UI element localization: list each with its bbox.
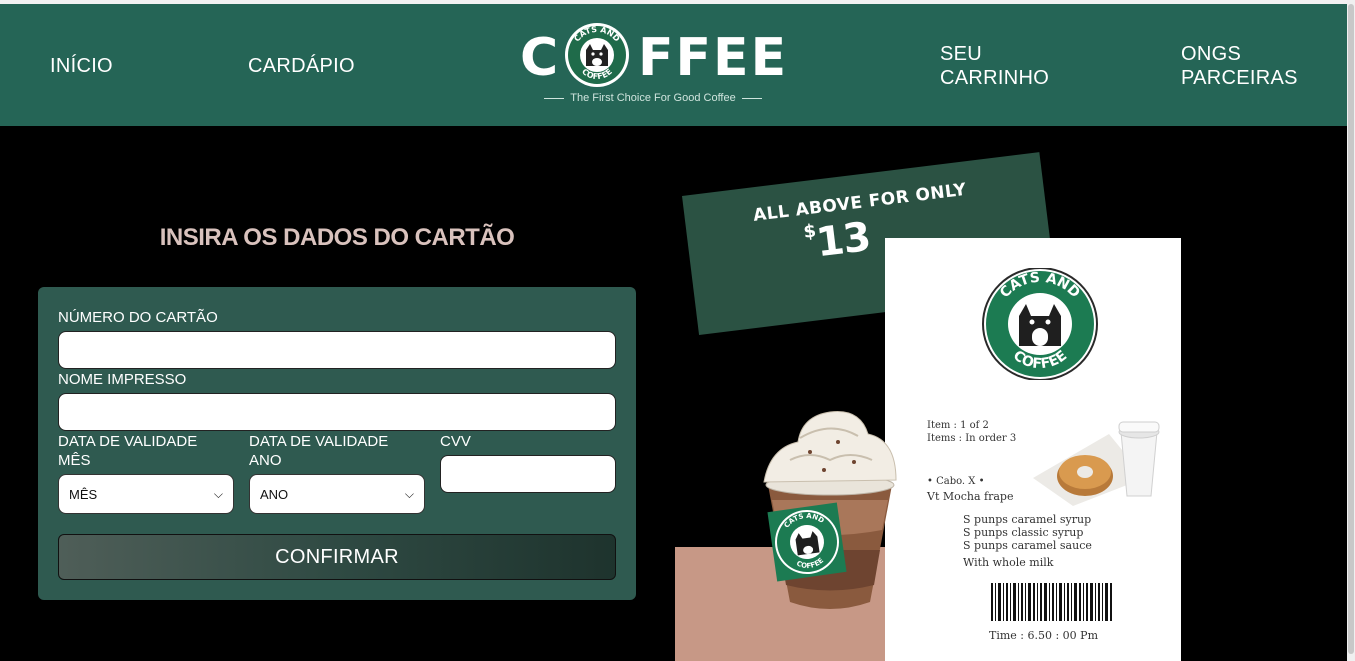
scrollbar[interactable]: [1347, 0, 1355, 661]
cvv-label: CVV: [440, 433, 471, 450]
month-select-value: MÊS: [69, 486, 98, 502]
year-label: DATA DE VALIDADE ANO: [249, 433, 389, 469]
nav-inicio[interactable]: INÍCIO: [50, 54, 113, 78]
logo-word-right: FFEE: [638, 28, 789, 88]
card-form: NÚMERO DO CARTÃO NOME IMPRESSO DATA DE V…: [38, 287, 636, 600]
month-select[interactable]: MÊS ⌵: [58, 474, 234, 514]
confirm-button[interactable]: CONFIRMAR: [58, 534, 616, 580]
site-header: INÍCIO CARDÁPIO C CATS AND COFFEE FFEE T…: [0, 4, 1347, 126]
nav-ongs[interactable]: ONGS PARCEIRAS: [1181, 42, 1321, 90]
cvv-input[interactable]: [440, 455, 616, 493]
promo-price-value: 13: [813, 214, 873, 267]
name-label: NOME IMPRESSO: [58, 371, 187, 388]
receipt-line-4: With whole milk: [963, 556, 1054, 569]
receipt-line-2: S punps classic syrup: [963, 526, 1084, 539]
receipt-item: Item : 1 of 2: [927, 420, 989, 431]
logo-tagline: The First Choice For Good Coffee: [518, 92, 788, 104]
nav-carrinho[interactable]: SEU CARRINHO: [940, 42, 1080, 90]
chevron-down-icon: ⌵: [213, 486, 223, 501]
site-logo[interactable]: C CATS AND COFFEE FFEE The First Choice …: [518, 20, 788, 110]
frappe-cup-icon: CATS AND COFFEE: [763, 410, 897, 609]
receipt-items: Items : In order 3: [927, 433, 1017, 444]
year-select-value: ANO: [260, 486, 289, 502]
card-number-label: NÚMERO DO CARTÃO: [58, 309, 218, 326]
page: INÍCIO CARDÁPIO C CATS AND COFFEE FFEE T…: [0, 0, 1355, 661]
logo-word-left: C: [520, 28, 561, 88]
year-select[interactable]: ANO ⌵: [249, 474, 425, 514]
receipt-line-3: S punps caramel sauce: [963, 539, 1092, 552]
coffee-and-donut-icon: [1033, 421, 1160, 506]
nav-cardapio[interactable]: CARDÁPIO: [248, 54, 355, 78]
receipt-line-1: S punps caramel syrup: [963, 513, 1092, 526]
cats-and-coffee-badge-icon: CATS AND COFFEE: [565, 23, 629, 87]
receipt-image: CATS AND COFFEE Item : 1 of 2 Items : In…: [885, 238, 1181, 661]
name-input[interactable]: [58, 393, 616, 431]
receipt-product: Vt Mocha frape: [927, 490, 1014, 503]
scrollbar-thumb[interactable]: [1348, 4, 1354, 654]
receipt-time: Time : 6.50 : 00 Pm: [989, 629, 1099, 642]
cats-and-coffee-badge-icon: CATS AND COFFEE: [982, 268, 1098, 380]
month-label: DATA DE VALIDADE MÊS: [58, 433, 198, 469]
form-title: INSIRA OS DADOS DO CARTÃO: [159, 224, 515, 251]
barcode-icon: [991, 583, 1112, 621]
chevron-down-icon: ⌵: [404, 486, 414, 501]
card-number-input[interactable]: [58, 331, 616, 369]
receipt-cabo: • Cabo. X •: [927, 476, 985, 487]
